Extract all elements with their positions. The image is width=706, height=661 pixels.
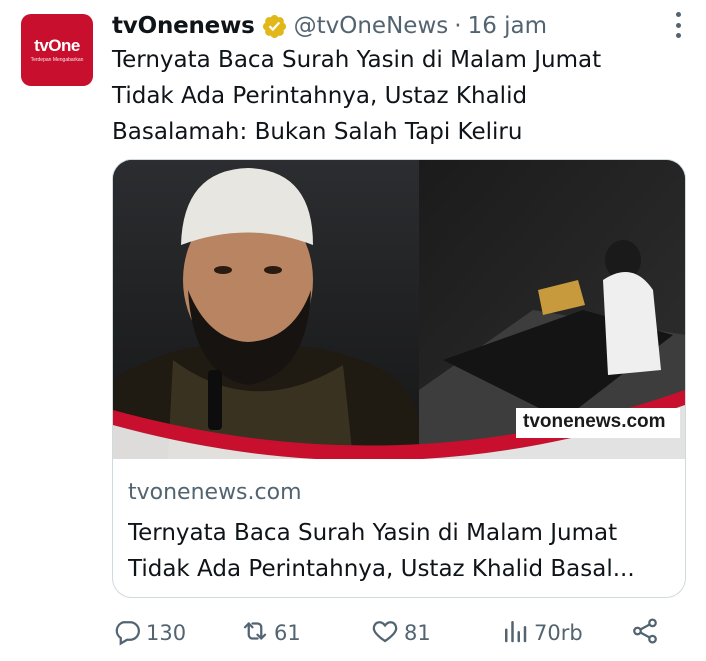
card-image[interactable]: tvonenews.com [113,160,685,459]
reply-count: 130 [146,621,187,645]
like-button[interactable]: 81 [370,615,431,651]
share-button[interactable] [630,615,664,651]
tweet-text-line: Tidak Ada Perintahnya, Ustaz Khalid [112,83,528,109]
account-name[interactable]: tvOnenews [112,13,255,39]
avatar-tagline: Terdepan Mengabarkan [30,57,84,63]
tweet-text-line: Ternyata Baca Surah Yasin di Malam Jumat [112,47,602,73]
card-title-line: Tidak Ada Perintahnya, Ustaz Khalid Basa… [128,556,635,582]
reply-icon [112,616,146,651]
repost-button[interactable]: 61 [240,615,301,651]
card-image-watermark: tvonenews.com [523,411,666,432]
repost-count: 61 [274,621,301,645]
verified-badge-icon [261,13,288,40]
tweet-text-line: Basalamah: Bukan Salah Tapi Keliru [112,119,523,145]
tweet-actions: 130 61 81 70rb [112,615,672,651]
account-avatar[interactable]: tvOne Terdepan Mengabarkan [21,14,93,86]
account-handle[interactable]: @tvOneNews [294,13,449,39]
more-icon[interactable] [672,12,684,38]
tweet-timestamp[interactable]: 16 jam [468,13,547,39]
card-domain: tvonenews.com [128,480,302,505]
reply-button[interactable]: 130 [112,615,186,651]
share-icon [630,616,664,651]
views-icon [500,616,534,651]
card-title: Ternyata Baca Surah Yasin di Malam Jumat… [128,515,673,587]
card-title-line: Ternyata Baca Surah Yasin di Malam Jumat [128,520,618,546]
header-separator: · [454,13,462,39]
repost-icon [240,616,274,651]
views-button[interactable]: 70rb [500,615,583,651]
avatar-logo: tvOne [34,36,80,55]
views-count: 70rb [534,621,583,645]
tweet-text: Ternyata Baca Surah Yasin di Malam Jumat… [112,42,672,150]
link-card[interactable]: tvonenews.com tvonenews.com Ternyata Bac… [112,159,686,598]
like-icon [370,616,404,651]
tweet-header: tvOnenews @tvOneNews · 16 jam [112,8,686,44]
like-count: 81 [404,621,431,645]
